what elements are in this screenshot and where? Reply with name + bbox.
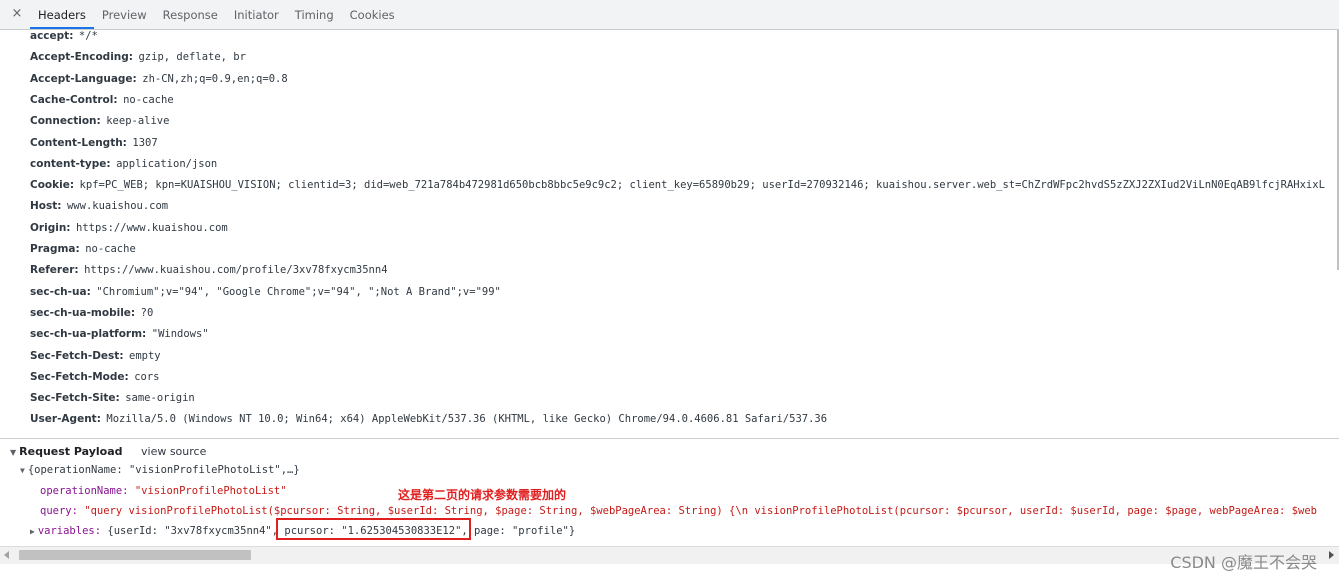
header-name: accept:	[30, 30, 74, 42]
query-value: "query visionProfilePhotoList($pcursor: …	[84, 505, 1317, 517]
header-value: Mozilla/5.0 (Windows NT 10.0; Win64; x64…	[106, 413, 828, 425]
header-name: Accept-Language:	[30, 73, 137, 85]
header-row: Pragma: no-cache	[30, 239, 136, 259]
header-name: Content-Length:	[30, 137, 127, 149]
header-value: ?0	[140, 307, 154, 319]
scroll-left-arrow-icon[interactable]	[4, 551, 9, 559]
payload-query-row: query: "query visionProfilePhotoList($pc…	[40, 501, 1317, 521]
header-row: content-type: application/json	[30, 154, 217, 174]
triangle-right-icon[interactable]: ▶	[30, 527, 35, 536]
operation-name-key: operationName:	[40, 485, 129, 497]
query-key: query:	[40, 505, 78, 517]
headers-panel: accept: */* Accept-Encoding: gzip, deflat…	[0, 30, 1339, 546]
header-name: Sec-Fetch-Mode:	[30, 371, 129, 383]
payload-operation-row: operationName: "visionProfilePhotoList"	[40, 481, 287, 501]
header-name: Sec-Fetch-Site:	[30, 392, 120, 404]
tab-initiator[interactable]: Initiator	[226, 0, 287, 29]
tab-timing[interactable]: Timing	[287, 0, 342, 29]
triangle-down-icon[interactable]: ▼	[10, 448, 16, 457]
header-name: sec-ch-ua-platform:	[30, 328, 147, 340]
annotation-highlight-box	[276, 518, 471, 540]
header-row: Sec-Fetch-Dest: empty	[30, 346, 161, 366]
payload-root: {operationName: "visionProfilePhotoList"…	[27, 464, 300, 476]
header-value: no-cache	[123, 94, 174, 106]
header-row: Referer: https://www.kuaishou.com/profil…	[30, 260, 388, 280]
header-row: Host: www.kuaishou.com	[30, 196, 168, 216]
variables-page: , page: "profile"}	[461, 525, 576, 537]
devtools-tabbar: × Headers Preview Response Initiator Tim…	[0, 0, 1339, 30]
header-name: Cache-Control:	[30, 94, 118, 106]
header-name: Origin:	[30, 222, 71, 234]
footer-area	[0, 564, 1339, 579]
tab-headers[interactable]: Headers	[30, 0, 94, 29]
header-name: Referer:	[30, 264, 79, 276]
header-name: Pragma:	[30, 243, 80, 255]
header-row: Sec-Fetch-Mode: cors	[30, 367, 160, 387]
header-value: same-origin	[125, 392, 195, 404]
view-source-link[interactable]: view source	[141, 442, 206, 462]
header-name: Host:	[30, 200, 62, 212]
tab-list: Headers Preview Response Initiator Timin…	[30, 0, 403, 30]
section-divider	[0, 438, 1339, 439]
header-row: Cookie: kpf=PC_WEB; kpn=KUAISHOU_VISION;…	[30, 175, 1325, 195]
header-value: https://www.kuaishou.com/profile/3xv78fx…	[84, 264, 388, 276]
header-value: 1307	[132, 137, 158, 149]
header-name: Connection:	[30, 115, 101, 127]
header-row: Content-Length: 1307	[30, 133, 158, 153]
header-row: sec-ch-ua-platform: "Windows"	[30, 324, 209, 344]
request-payload-title: Request Payload	[19, 445, 123, 458]
header-value: "Windows"	[151, 328, 209, 340]
header-value: empty	[129, 350, 161, 362]
header-name: content-type:	[30, 158, 111, 170]
close-icon[interactable]: ×	[10, 7, 24, 21]
operation-name-value: "visionProfilePhotoList"	[134, 485, 287, 497]
header-name: sec-ch-ua-mobile:	[30, 307, 136, 319]
header-value: keep-alive	[106, 115, 170, 127]
header-value: kpf=PC_WEB; kpn=KUAISHOU_VISION; clienti…	[79, 179, 1325, 191]
payload-root-row[interactable]: ▼ {operationName: "visionProfilePhotoList…	[20, 460, 300, 480]
header-value: gzip, deflate, br	[138, 51, 246, 63]
header-row: Accept-Language: zh-CN,zh;q=0.9,en;q=0.8	[30, 69, 288, 89]
header-row: accept: */*	[30, 30, 98, 46]
header-row: sec-ch-ua: "Chromium";v="94", "Google Ch…	[30, 282, 501, 302]
header-value: "Chromium";v="94", "Google Chrome";v="94…	[96, 286, 501, 298]
tab-response[interactable]: Response	[155, 0, 226, 29]
scrollbar-thumb[interactable]	[19, 550, 251, 560]
variables-userid: {userId: "3xv78fxycm35nn4"	[107, 525, 272, 537]
header-value: */*	[78, 30, 98, 42]
request-payload-header[interactable]: ▼ Request Payload	[10, 442, 123, 462]
tab-preview[interactable]: Preview	[94, 0, 155, 29]
header-row: sec-ch-ua-mobile: ?0	[30, 303, 153, 323]
header-row: Accept-Encoding: gzip, deflate, br	[30, 47, 246, 67]
header-row: User-Agent: Mozilla/5.0 (Windows NT 10.0…	[30, 409, 827, 429]
triangle-down-icon[interactable]: ▼	[20, 466, 25, 475]
horizontal-scrollbar[interactable]	[0, 546, 1339, 564]
header-name: User-Agent:	[30, 413, 101, 425]
header-row: Cache-Control: no-cache	[30, 90, 174, 110]
header-name: Sec-Fetch-Dest:	[30, 350, 124, 362]
header-value: www.kuaishou.com	[66, 200, 169, 212]
header-value: cors	[134, 371, 160, 383]
header-value: zh-CN,zh;q=0.9,en;q=0.8	[142, 73, 288, 85]
annotation-text: 这是第二页的请求参数需要加的	[398, 488, 567, 502]
tab-cookies[interactable]: Cookies	[342, 0, 403, 29]
variables-key: variables:	[37, 525, 102, 537]
header-value: https://www.kuaishou.com	[76, 222, 228, 234]
header-name: sec-ch-ua:	[30, 286, 91, 298]
header-row: Sec-Fetch-Site: same-origin	[30, 388, 195, 408]
header-value: application/json	[116, 158, 218, 170]
header-value: no-cache	[85, 243, 136, 255]
header-row: Connection: keep-alive	[30, 111, 169, 131]
header-row: Origin: https://www.kuaishou.com	[30, 218, 228, 238]
header-name: Cookie:	[30, 179, 75, 191]
watermark: CSDN @魔王不会哭	[1170, 553, 1317, 572]
header-name: Accept-Encoding:	[30, 51, 133, 63]
scroll-right-arrow-icon[interactable]	[1329, 551, 1334, 559]
